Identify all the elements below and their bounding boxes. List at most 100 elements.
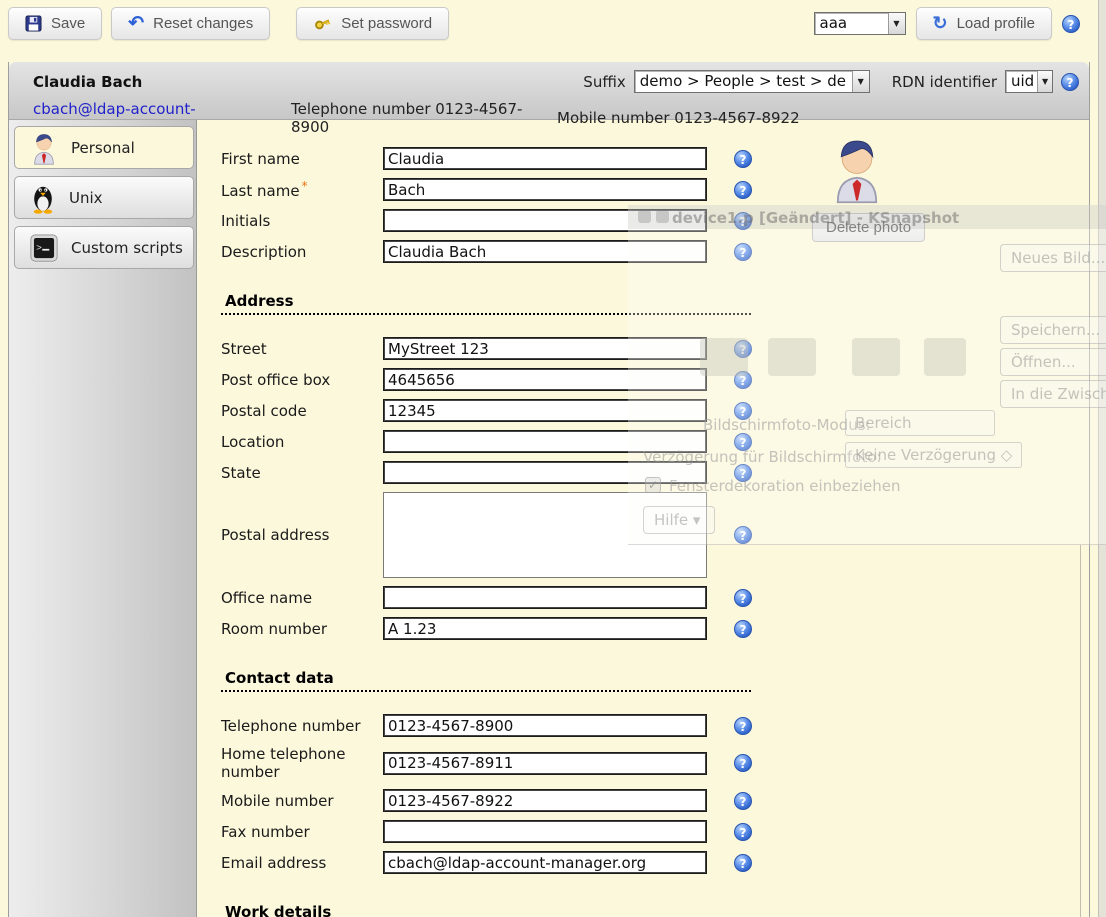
initials-input[interactable]: [383, 209, 707, 232]
module-sidebar: Personal Unix > Custom scripts: [9, 120, 197, 917]
help-icon-mobile[interactable]: ?: [734, 792, 752, 810]
state-input[interactable]: [383, 461, 707, 484]
chevron-down-icon: ▼: [1037, 71, 1052, 92]
account-editor-panel: Claudia Bach Suffix demo > People > test…: [8, 62, 1090, 917]
help-icon-post-office-box[interactable]: ?: [734, 371, 752, 389]
delete-photo-button[interactable]: Delete photo: [812, 213, 925, 242]
field-row-postal-code: Postal code ?: [221, 399, 1089, 422]
undo-arrow-icon: ↶: [128, 17, 144, 31]
last-name-input[interactable]: [383, 178, 707, 201]
rdn-label: RDN identifier: [892, 73, 997, 91]
tux-penguin-icon: [30, 182, 56, 214]
help-icon-toolbar[interactable]: ?: [1062, 15, 1080, 33]
email-input[interactable]: [383, 851, 707, 874]
help-icon-fax[interactable]: ?: [734, 823, 752, 841]
section-heading-contact: Contact data: [221, 669, 751, 692]
help-icon-room-number[interactable]: ?: [734, 620, 752, 638]
description-label: Description: [221, 243, 383, 261]
profile-controls: aaa ▼ ↻ Load profile ?: [814, 7, 1081, 40]
help-icon-street[interactable]: ?: [734, 340, 752, 358]
help-icon-postal-code[interactable]: ?: [734, 402, 752, 420]
help-icon-home-telephone[interactable]: ?: [734, 754, 752, 772]
help-icon-office-name[interactable]: ?: [734, 589, 752, 607]
person-icon: [30, 131, 58, 165]
reset-label: Reset changes: [153, 15, 253, 32]
tab-custom-scripts-label: Custom scripts: [71, 239, 183, 257]
scrollbar-track[interactable]: [1098, 0, 1106, 917]
user-photo: [828, 134, 886, 204]
section-heading-address: Address: [221, 292, 751, 315]
room-number-input[interactable]: [383, 617, 707, 640]
profile-select[interactable]: aaa ▼: [814, 12, 906, 35]
field-row-telephone: Telephone number ?: [221, 714, 1089, 737]
tab-unix-label: Unix: [69, 189, 103, 207]
section-heading-work: Work details: [221, 903, 751, 917]
field-row-street: Street ?: [221, 337, 1089, 360]
location-input[interactable]: [383, 430, 707, 453]
home-telephone-input[interactable]: [383, 752, 707, 775]
field-row-mobile: Mobile number ?: [221, 789, 1089, 812]
help-icon-description[interactable]: ?: [734, 243, 752, 261]
reset-changes-button[interactable]: ↶ Reset changes: [111, 7, 270, 40]
suffix-select[interactable]: demo > People > test > de ▼: [634, 70, 870, 93]
save-button[interactable]: Save: [8, 7, 102, 40]
load-profile-label: Load profile: [957, 15, 1035, 32]
street-input[interactable]: [383, 337, 707, 360]
load-profile-button[interactable]: ↻ Load profile: [916, 7, 1053, 40]
state-label: State: [221, 464, 383, 482]
account-header: Claudia Bach Suffix demo > People > test…: [9, 62, 1089, 120]
post-office-box-input[interactable]: [383, 368, 707, 391]
office-name-input[interactable]: [383, 586, 707, 609]
mobile-label: Mobile number: [221, 792, 383, 810]
first-name-input[interactable]: [383, 147, 707, 170]
field-row-fax: Fax number ?: [221, 820, 1089, 843]
tab-unix[interactable]: Unix: [14, 176, 194, 219]
set-password-label: Set password: [341, 15, 432, 32]
chevron-down-icon: ▼: [852, 71, 869, 92]
account-title: Claudia Bach: [33, 73, 142, 91]
postal-code-label: Postal code: [221, 402, 383, 420]
email-label: Email address: [221, 854, 383, 872]
field-row-description: Description ?: [221, 240, 1089, 263]
room-number-label: Room number: [221, 620, 383, 638]
telephone-label: Telephone number: [221, 717, 383, 735]
first-name-label: First name: [221, 150, 383, 168]
postal-address-textarea[interactable]: [383, 492, 707, 578]
terminal-icon: >: [30, 234, 58, 262]
personal-form: First name ? Last name* ? Initials ? Des…: [197, 120, 1089, 917]
telephone-input[interactable]: [383, 714, 707, 737]
help-icon-email[interactable]: ?: [734, 854, 752, 872]
field-row-office-name: Office name ?: [221, 586, 1089, 609]
svg-text:>: >: [36, 242, 42, 253]
help-icon-telephone[interactable]: ?: [734, 717, 752, 735]
profile-select-value: aaa: [815, 13, 854, 34]
street-label: Street: [221, 340, 383, 358]
tab-personal[interactable]: Personal: [14, 126, 194, 169]
fax-input[interactable]: [383, 820, 707, 843]
last-name-label: Last name: [221, 182, 300, 200]
help-icon-first-name[interactable]: ?: [734, 150, 752, 168]
description-input[interactable]: [383, 240, 707, 263]
home-telephone-label: Home telephone number: [221, 745, 383, 781]
rdn-select[interactable]: uid ▼: [1005, 70, 1053, 93]
required-asterisk: *: [302, 179, 308, 193]
tab-custom-scripts[interactable]: > Custom scripts: [14, 226, 194, 269]
help-icon-initials[interactable]: ?: [734, 212, 752, 230]
field-row-state: State ?: [221, 461, 1089, 484]
floppy-disk-icon: [25, 15, 42, 32]
help-icon-rdn[interactable]: ?: [1061, 73, 1079, 91]
office-name-label: Office name: [221, 589, 383, 607]
help-icon-postal-address[interactable]: ?: [734, 526, 752, 544]
set-password-button[interactable]: Set password: [296, 7, 449, 40]
postal-code-input[interactable]: [383, 399, 707, 422]
help-icon-last-name[interactable]: ?: [734, 181, 752, 199]
field-row-post-office-box: Post office box ?: [221, 368, 1089, 391]
postal-address-label: Postal address: [221, 526, 383, 544]
location-label: Location: [221, 433, 383, 451]
help-icon-state[interactable]: ?: [734, 464, 752, 482]
field-row-location: Location ?: [221, 430, 1089, 453]
tab-personal-label: Personal: [71, 139, 135, 157]
photo-block: Delete photo: [812, 134, 972, 242]
help-icon-location[interactable]: ?: [734, 433, 752, 451]
mobile-input[interactable]: [383, 789, 707, 812]
